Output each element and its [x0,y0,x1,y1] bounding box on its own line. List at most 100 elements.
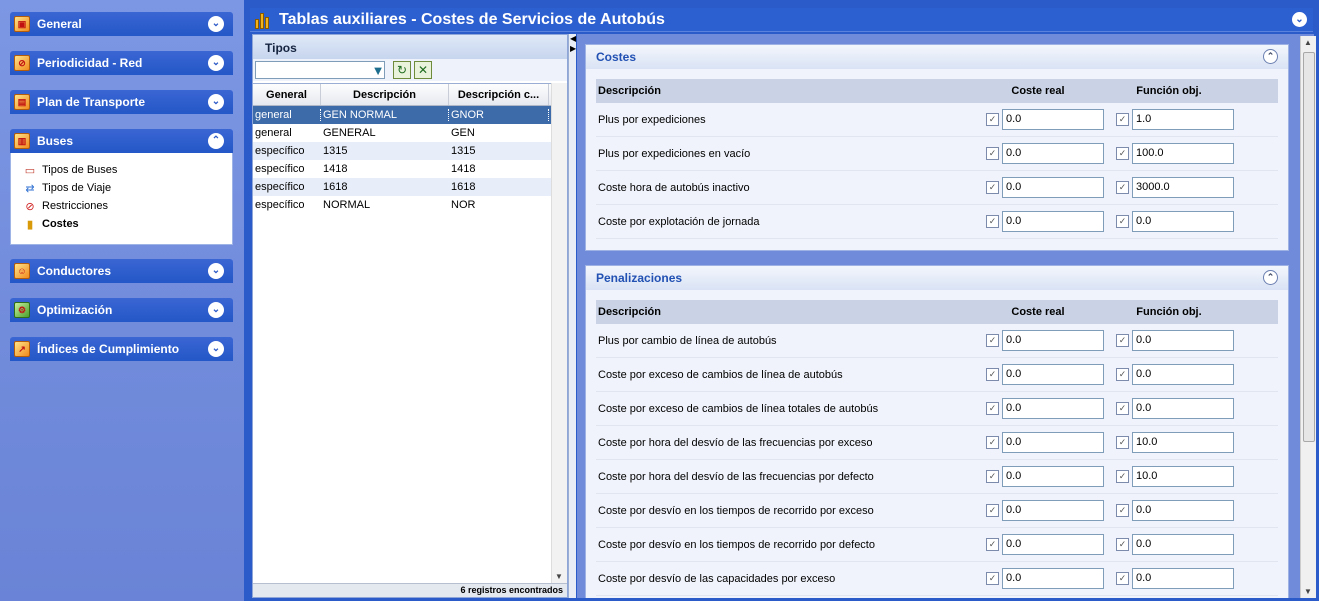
table-row[interactable]: general GEN NORMAL GNOR [253,106,567,124]
chevron-down-icon[interactable]: ⌄ [208,55,224,71]
funcion-obj-input[interactable]: 0.0 [1132,398,1234,419]
chevron-down-icon[interactable]: ⌄ [1292,12,1307,27]
sidebar-section-buses[interactable]: ▥ Buses ⌃ [10,129,233,153]
checkbox[interactable]: ✓ [1116,215,1129,228]
funcion-obj-input[interactable]: 0.0 [1132,364,1234,385]
scroll-thumb[interactable] [1303,52,1315,442]
splitter[interactable]: ◀ ▶ [568,34,576,598]
column-header-descripcion[interactable]: Descripción [321,84,449,105]
checkbox[interactable]: ✓ [986,334,999,347]
collapse-icon[interactable]: ⌃ [1263,270,1278,285]
sidebar-section-label: Plan de Transporte [37,95,146,109]
checkbox[interactable]: ✓ [1116,436,1129,449]
collapse-left-icon[interactable]: ◀ [570,34,576,43]
checkbox[interactable]: ✓ [1116,334,1129,347]
checkbox[interactable]: ✓ [1116,147,1129,160]
funcion-obj-input[interactable]: 0.0 [1132,568,1234,589]
checkbox[interactable]: ✓ [986,470,999,483]
checkbox[interactable]: ✓ [1116,470,1129,483]
coste-real-input[interactable]: 0.0 [1002,330,1104,351]
coste-real-input[interactable]: 0.0 [1002,177,1104,198]
sidebar-item-tipos-viaje[interactable]: ⇄ Tipos de Viaje [11,179,232,197]
search-input[interactable] [255,61,385,79]
coins-icon [255,11,271,29]
column-header-general[interactable]: General [253,84,321,105]
grid-scrollbar[interactable]: ▼ [551,83,567,583]
checkbox[interactable]: ✓ [986,504,999,517]
checkbox[interactable]: ✓ [986,572,999,585]
penalizaciones-section: Penalizaciones ⌃ Descripción Coste real … [585,265,1289,598]
chevron-up-icon[interactable]: ⌃ [208,133,224,149]
content-scrollbar[interactable]: ▲ ▼ [1300,36,1316,598]
sidebar-item-label: Tipos de Buses [42,164,118,176]
coste-real-input[interactable]: 0.0 [1002,143,1104,164]
funcion-obj-input[interactable]: 0.0 [1132,330,1234,351]
sidebar-section-optimizacion[interactable]: ⚙ Optimización ⌄ [10,298,233,322]
funcion-obj-input[interactable]: 3000.0 [1132,177,1234,198]
coste-real-input[interactable]: 0.0 [1002,466,1104,487]
table-row[interactable]: específico NORMAL NOR [253,196,567,214]
checkbox[interactable]: ✓ [1116,113,1129,126]
export-excel-button[interactable]: ✕ [414,61,432,79]
coste-real-input[interactable]: 0.0 [1002,432,1104,453]
sidebar-section-indices[interactable]: ↗ Índices de Cumplimiento ⌄ [10,337,233,361]
checkbox[interactable]: ✓ [986,538,999,551]
sidebar-section-conductores[interactable]: ☺ Conductores ⌄ [10,259,233,283]
coste-real-input[interactable]: 0.0 [1002,500,1104,521]
checkbox[interactable]: ✓ [1116,504,1129,517]
sidebar-section-general[interactable]: ▣ General ⌄ [10,12,233,36]
chart-icon: ↗ [14,341,30,357]
filter-icon[interactable]: ▼ [369,61,387,79]
table-row[interactable]: específico 1418 1418 [253,160,567,178]
collapse-icon[interactable]: ⌃ [1263,49,1278,64]
checkbox[interactable]: ✓ [1116,402,1129,415]
coste-real-input[interactable]: 0.0 [1002,109,1104,130]
table-row[interactable]: general GENERAL GEN [253,124,567,142]
scroll-up-icon[interactable]: ▲ [1304,38,1312,47]
coste-real-input[interactable]: 0.0 [1002,534,1104,555]
checkbox[interactable]: ✓ [986,147,999,160]
coste-real-input[interactable]: 0.0 [1002,211,1104,232]
expand-right-icon[interactable]: ▶ [570,44,576,53]
funcion-obj-input[interactable]: 0.0 [1132,211,1234,232]
funcion-obj-input[interactable]: 100.0 [1132,143,1234,164]
refresh-button[interactable]: ↻ [393,61,411,79]
checkbox[interactable]: ✓ [986,402,999,415]
row-description: Coste por desvío en los tiempos de recor… [598,538,875,551]
funcion-obj-input[interactable]: 0.0 [1132,500,1234,521]
funcion-obj-input[interactable]: 10.0 [1132,432,1234,453]
scroll-down-icon[interactable]: ▼ [1304,587,1312,596]
checkbox[interactable]: ✓ [1116,368,1129,381]
checkbox[interactable]: ✓ [1116,538,1129,551]
chevron-down-icon[interactable]: ⌄ [208,341,224,357]
checkbox[interactable]: ✓ [1116,572,1129,585]
funcion-obj-input[interactable]: 0.0 [1132,534,1234,555]
column-header-descripcion-corta[interactable]: Descripción c... [449,84,549,105]
table-row[interactable]: específico 1315 1315 [253,142,567,160]
funcion-obj-input[interactable]: 10.0 [1132,466,1234,487]
chevron-down-icon[interactable]: ⌄ [208,16,224,32]
sidebar-item-tipos-buses[interactable]: ▭ Tipos de Buses [11,161,232,179]
sidebar-section-plan[interactable]: ▤ Plan de Transporte ⌄ [10,90,233,114]
coste-real-input[interactable]: 0.0 [1002,364,1104,385]
checkbox[interactable]: ✓ [986,215,999,228]
sidebar-section-periodicidad[interactable]: ⊘ Periodicidad - Red ⌄ [10,51,233,75]
sidebar-item-costes[interactable]: ▮ Costes [11,215,232,233]
row-description: Coste hora de autobús inactivo [598,181,750,194]
chevron-down-icon[interactable]: ⌄ [208,94,224,110]
checkbox[interactable]: ✓ [1116,181,1129,194]
chevron-down-icon[interactable]: ⌄ [208,263,224,279]
checkbox[interactable]: ✓ [986,181,999,194]
chevron-down-icon[interactable]: ⌄ [208,302,224,318]
sidebar-item-restricciones[interactable]: ⊘ Restricciones [11,197,232,215]
cell-descripcion-corta: 1418 [451,163,476,175]
funcion-obj-input[interactable]: 1.0 [1132,109,1234,130]
checkbox[interactable]: ✓ [986,436,999,449]
table-row[interactable]: específico 1618 1618 [253,178,567,196]
coste-real-input[interactable]: 0.0 [1002,568,1104,589]
cell-general: específico [255,181,305,193]
checkbox[interactable]: ✓ [986,368,999,381]
scroll-down-icon[interactable]: ▼ [555,572,563,581]
checkbox[interactable]: ✓ [986,113,999,126]
coste-real-input[interactable]: 0.0 [1002,398,1104,419]
